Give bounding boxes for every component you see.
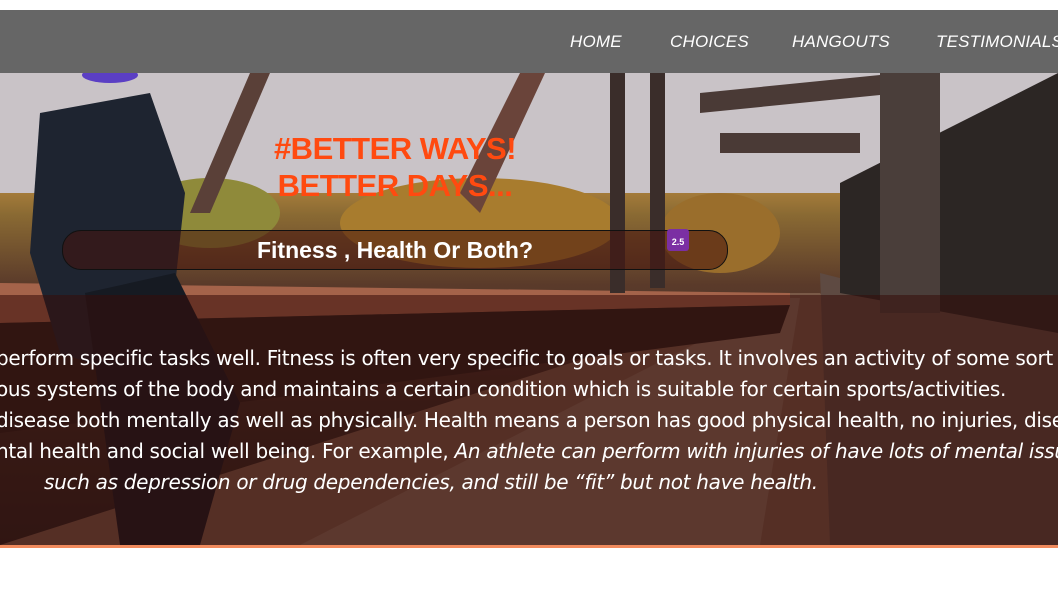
body-text-line: disease both mentally as well as physica… [0,408,1058,432]
body-text-line: ntal health and social well being. For e… [0,439,1058,463]
nav-testimonials-link[interactable]: TESTIMONIALS [936,32,1058,52]
body-text-italic: An athlete can perform with injuries of … [454,439,1058,463]
body-text-italic: such as depression or drug dependencies,… [44,470,818,494]
nav-home-link[interactable]: HOME [570,32,622,52]
nav-hangouts-link[interactable]: HANGOUTS [792,32,890,52]
question-banner: Fitness , Health Or Both? [62,230,728,270]
section-divider [0,545,1058,548]
body-text-line: such as depression or drug dependencies,… [44,470,818,494]
question-text: Fitness , Health Or Both? [256,237,534,263]
hero-title-line2: BETTER DAYS... [277,168,513,203]
badge-icon: 2.5 [667,229,689,251]
nav-choices-link[interactable]: CHOICES [670,32,749,52]
body-text-plain: ntal health and social well being. For e… [0,439,455,463]
body-text-line: perform specific tasks well. Fitness is … [0,346,1058,370]
body-text-line: ous systems of the body and maintains a … [0,377,1007,401]
hero-title-line1: #BETTER WAYS! [273,131,517,166]
top-nav: HOME CHOICES HANGOUTS TESTIMONIALS [0,10,1058,73]
